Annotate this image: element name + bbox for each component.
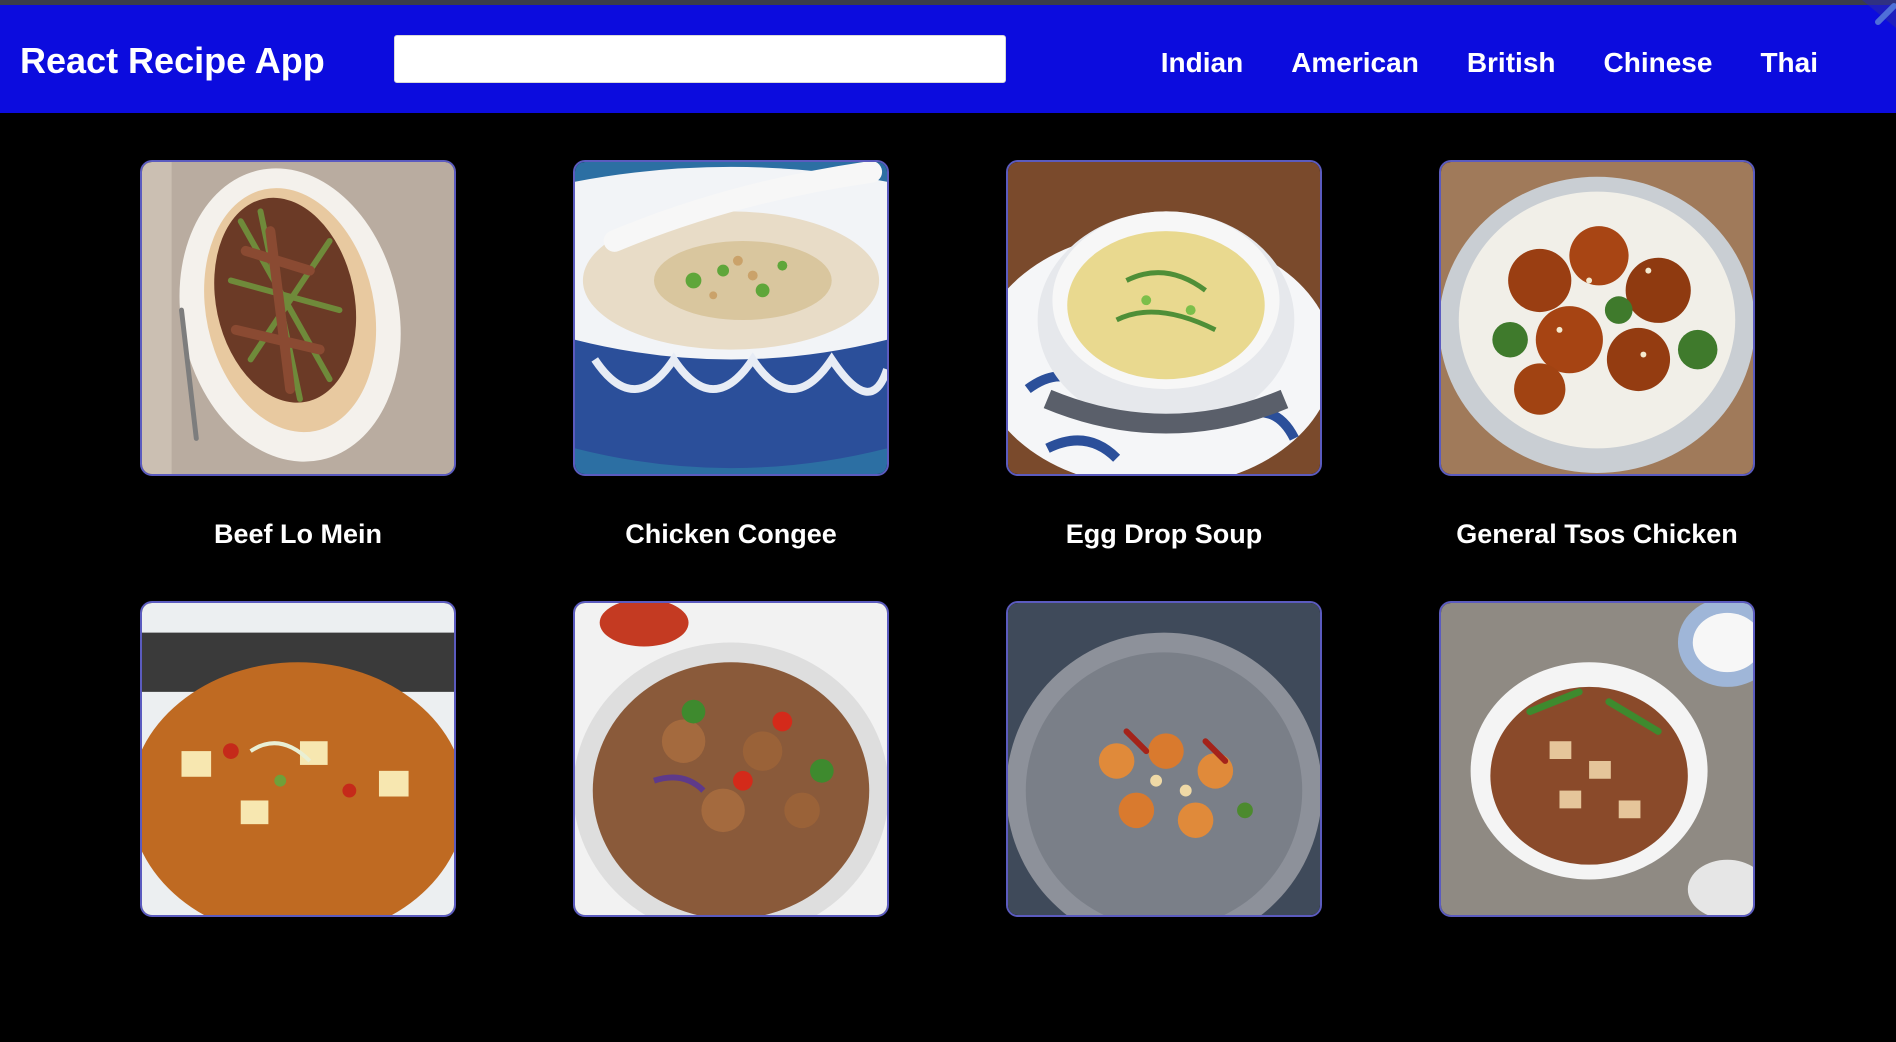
beef-lo-mein-photo[interactable] [140,160,456,476]
mapo-tofu-photo[interactable] [1439,601,1755,917]
nav-link-american[interactable]: American [1291,43,1419,83]
category-nav: Indian American British Chinese Thai [1161,43,1818,83]
search-input[interactable] [394,35,1006,83]
nav-link-chinese[interactable]: Chinese [1604,43,1713,83]
chicken-congee-photo[interactable] [573,160,889,476]
recipe-card[interactable] [573,601,889,1042]
recipe-card[interactable]: Chicken Congee [573,160,889,601]
recipe-card[interactable]: General Tsos Chicken [1439,160,1755,601]
chicken-stir-fry-photo[interactable] [573,601,889,917]
recipe-title[interactable]: Egg Drop Soup [1006,516,1322,552]
kung-pao-shrimp-photo[interactable] [1006,601,1322,917]
recipe-card[interactable]: Beef Lo Mein [140,160,456,601]
nav-link-indian[interactable]: Indian [1161,43,1243,83]
recipe-card[interactable] [1006,601,1322,1042]
recipe-title[interactable]: Beef Lo Mein [140,516,456,552]
hot-and-sour-soup-photo[interactable] [140,601,456,917]
recipe-title[interactable]: General Tsos Chicken [1439,516,1755,552]
general-tsos-chicken-photo[interactable] [1439,160,1755,476]
recipe-grid: Beef Lo Mein Chicken Congee Egg Drop Sou… [140,160,1756,1042]
egg-drop-soup-photo[interactable] [1006,160,1322,476]
recipe-title[interactable]: Chicken Congee [573,516,889,552]
nav-link-thai[interactable]: Thai [1760,43,1818,83]
recipe-card[interactable]: Egg Drop Soup [1006,160,1322,601]
recipe-card[interactable] [140,601,456,1042]
recipe-card[interactable] [1439,601,1755,1042]
navbar: React Recipe App Indian American British… [0,5,1896,113]
app-title[interactable]: React Recipe App [20,39,325,83]
corner-resize-icon [1862,0,1896,28]
nav-link-british[interactable]: British [1467,43,1556,83]
